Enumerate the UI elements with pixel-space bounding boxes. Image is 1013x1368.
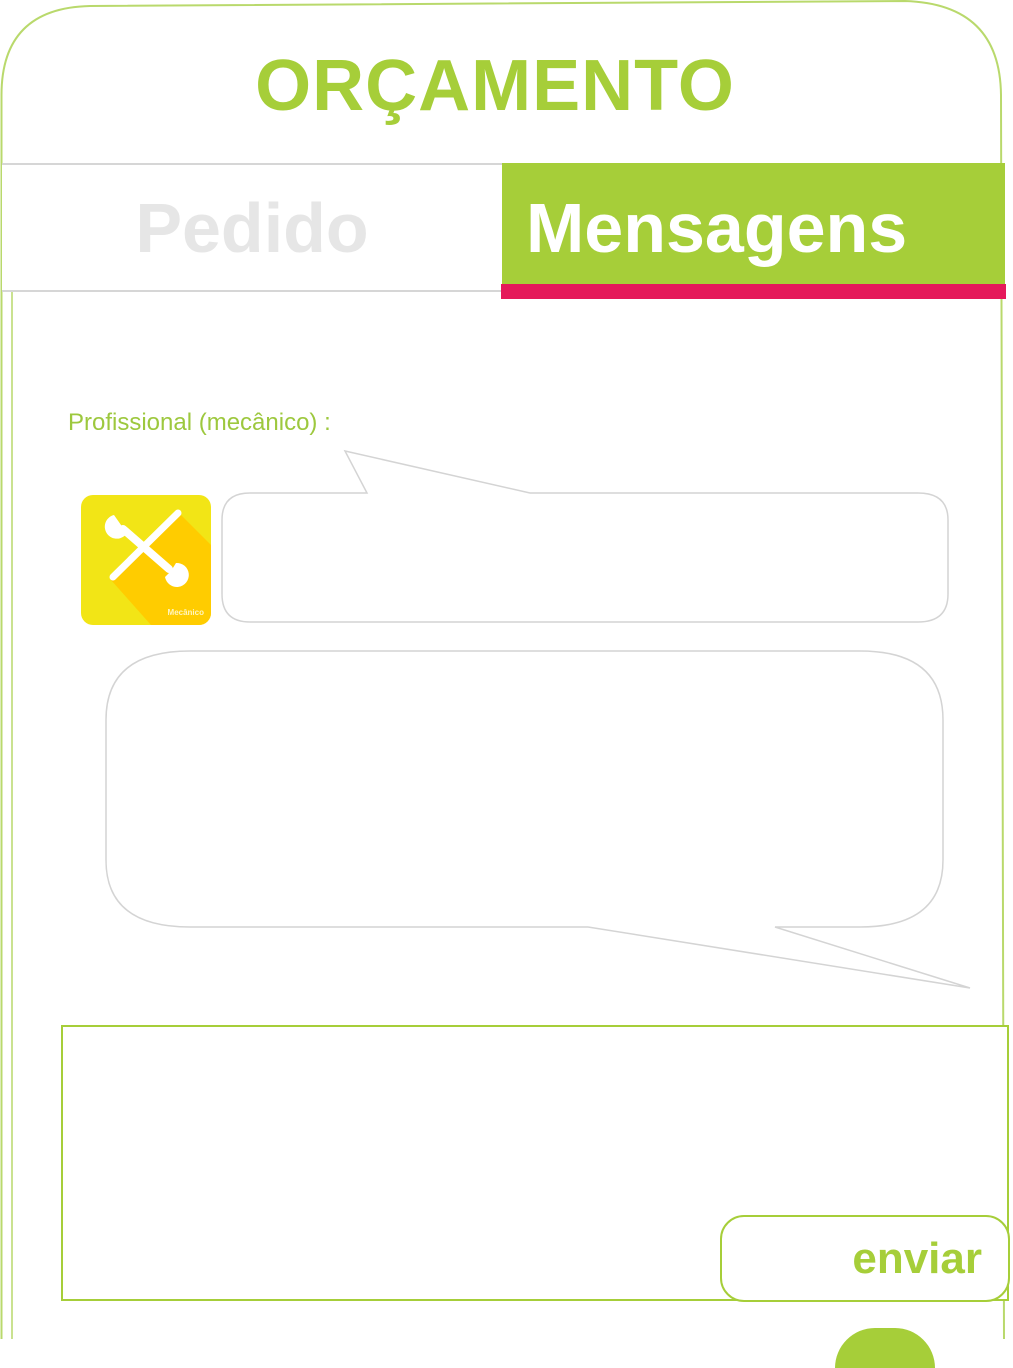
tab-pedido-label: Pedido	[135, 188, 369, 267]
page-title: ORÇAMENTO	[255, 46, 735, 126]
active-tab-indicator	[501, 284, 1006, 299]
tab-bar: Pedido Mensagens	[2, 163, 1005, 292]
sender-label: Profissional (mecânico) :	[68, 409, 331, 436]
avatar-caption: Mecânico	[167, 608, 204, 617]
tab-mensagens-label: Mensagens	[526, 188, 908, 267]
send-button[interactable]: enviar	[720, 1215, 1010, 1302]
wrench-screwdriver-icon	[81, 495, 211, 625]
message-input[interactable]	[73, 1037, 707, 1291]
avatar: Mecânico	[81, 495, 211, 625]
tab-pedido[interactable]: Pedido	[2, 163, 502, 292]
tab-mensagens[interactable]: Mensagens	[502, 163, 1005, 292]
